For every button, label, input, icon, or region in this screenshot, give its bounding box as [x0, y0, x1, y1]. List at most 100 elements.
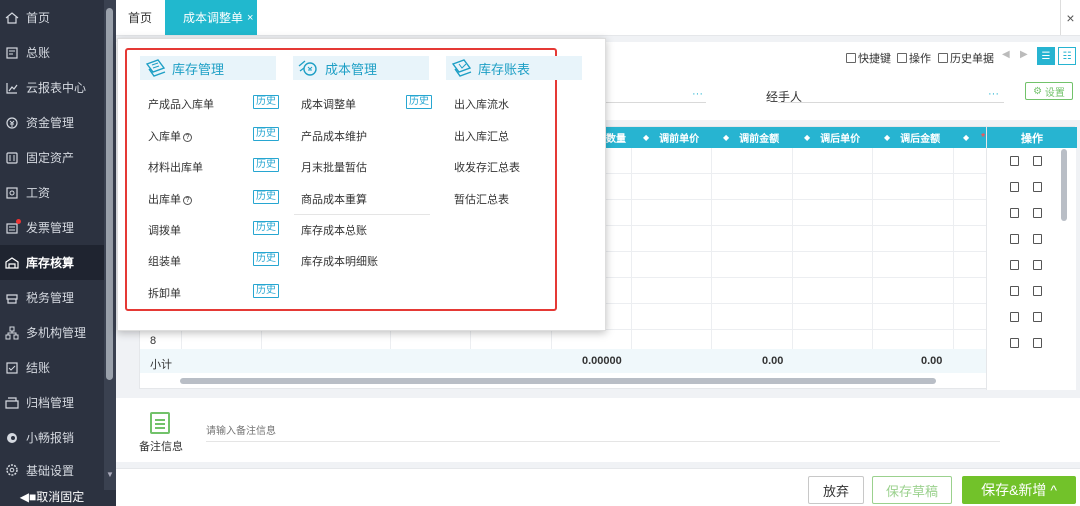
sidebar-item-multi-org[interactable]: 多机构管理 — [0, 315, 104, 350]
shortcut-button[interactable]: 快捷键 — [846, 50, 891, 66]
col-quantity[interactable]: 数量 — [606, 127, 626, 148]
menu-item-transfer[interactable]: 调拨单 — [148, 222, 181, 238]
operation-button[interactable]: 操作 — [897, 50, 931, 66]
sidebar-item-expense[interactable]: 小畅报销 — [0, 420, 104, 455]
list-view-button[interactable]: ☰ — [1037, 47, 1055, 65]
history-badge[interactable]: 历史 — [253, 95, 279, 109]
copy-icon[interactable] — [1033, 182, 1042, 192]
menu-item-cost-general-ledger[interactable]: 库存成本总账 — [301, 222, 367, 238]
window-close-icon[interactable]: × — [1060, 0, 1080, 35]
next-arrow-icon[interactable]: ▶ — [1020, 49, 1028, 60]
menu-item-assembly[interactable]: 组装单 — [148, 253, 181, 269]
group-title: 库存账表 — [478, 61, 531, 77]
delete-icon[interactable] — [1010, 260, 1019, 270]
menu-item-estimate-summary[interactable]: 暂估汇总表 — [454, 191, 509, 207]
sidebar-item-tax[interactable]: 税务管理 — [0, 280, 104, 315]
sidebar-item-fixed-asset[interactable]: 固定资产 — [0, 140, 104, 175]
sidebar-item-home[interactable]: 首页 — [0, 0, 104, 35]
copy-icon[interactable] — [1033, 260, 1042, 270]
menu-item-cost-recalc[interactable]: 商品成本重算 — [301, 191, 367, 207]
menu-item-cost-adjustment[interactable]: 成本调整单 — [301, 96, 356, 112]
prev-arrow-icon[interactable]: ◀ — [1002, 49, 1010, 60]
sidebar-item-fund[interactable]: 资金管理 — [0, 105, 104, 140]
sidebar-item-archive[interactable]: 归档管理 — [0, 385, 104, 420]
menu-item-month-end-estimate[interactable]: 月末批量暂估 — [301, 159, 367, 175]
copy-icon[interactable] — [1033, 156, 1042, 166]
remark-input[interactable] — [206, 422, 1000, 442]
help-icon[interactable]: ? — [183, 132, 192, 142]
history-badge[interactable]: 历史 — [253, 221, 279, 235]
card-view-button[interactable]: ☷ — [1058, 47, 1076, 65]
history-badge[interactable]: 历史 — [253, 252, 279, 266]
menu-item-outbound[interactable]: 出库单? — [148, 191, 192, 207]
save-draft-button[interactable]: 保存草稿 — [872, 476, 952, 504]
field-picker-icon[interactable]: ··· — [692, 88, 703, 100]
delete-icon[interactable] — [1010, 208, 1019, 218]
settings-button[interactable]: ⚙ 设置 — [1025, 82, 1073, 100]
sidebar-item-label: 云报表中心 — [26, 81, 87, 95]
menu-item-stock-summary[interactable]: 收发存汇总表 — [454, 159, 520, 175]
save-and-new-button[interactable]: 保存&新增 ^ — [962, 476, 1076, 504]
help-icon[interactable]: ? — [183, 195, 192, 205]
sidebar-item-label: 税务管理 — [26, 291, 75, 305]
tab-home[interactable]: 首页 — [128, 0, 152, 35]
history-docs-button[interactable]: 历史单据 — [938, 50, 994, 66]
menu-item-inbound[interactable]: 入库单? — [148, 128, 192, 144]
tab-cost-adjustment[interactable]: 成本调整单 × — [165, 0, 257, 35]
col-pre-price[interactable]: ◆ 调前单价 — [643, 127, 699, 148]
col-post-price[interactable]: ◆ 调后单价 — [804, 127, 860, 148]
copy-icon[interactable] — [1033, 338, 1042, 348]
copy-icon[interactable] — [1033, 312, 1042, 322]
menu-item-cost-detail-ledger[interactable]: 库存成本明细账 — [301, 253, 378, 269]
tab-bar: 首页 成本调整单 × × — [116, 0, 1080, 36]
delete-icon[interactable] — [1010, 182, 1019, 192]
handler-picker-icon[interactable]: ··· — [988, 88, 999, 100]
delete-icon[interactable] — [1010, 234, 1019, 244]
history-badge[interactable]: 历史 — [406, 95, 432, 109]
col-required[interactable]: ◆ * — [963, 127, 985, 148]
sidebar-item-label: 库存核算 — [26, 256, 75, 270]
scroll-down-arrow-icon[interactable]: ▼ — [106, 470, 114, 479]
delete-icon[interactable] — [1010, 312, 1019, 322]
handler-field[interactable] — [778, 102, 1004, 103]
delete-icon[interactable] — [1010, 338, 1019, 348]
copy-icon[interactable] — [1033, 234, 1042, 244]
sidebar-item-salary[interactable]: 工资 — [0, 175, 104, 210]
sidebar: 首页 总账 云报表中心 资金管理 固定资产 工资 发票管理 库存核算 税务管理 … — [0, 0, 116, 506]
menu-item-disassembly[interactable]: 拆卸单 — [148, 285, 181, 301]
menu-item-io-flow[interactable]: 出入库流水 — [454, 96, 509, 112]
unpin-sidebar-button[interactable]: ◀■取消固定 — [0, 486, 104, 506]
history-badge[interactable]: 历史 — [253, 127, 279, 141]
close-account-icon — [5, 361, 19, 375]
copy-icon[interactable] — [1033, 286, 1042, 296]
menu-item-product-cost-maintenance[interactable]: 产品成本维护 — [301, 128, 367, 144]
close-tab-icon[interactable]: × — [247, 12, 253, 24]
history-badge[interactable]: 历史 — [253, 158, 279, 172]
sidebar-item-inventory[interactable]: 库存核算 — [0, 245, 104, 280]
table-vertical-scrollbar[interactable] — [1061, 149, 1067, 221]
table-horizontal-scrollbar[interactable] — [180, 378, 936, 384]
menu-item-finished-goods-inbound[interactable]: 产成品入库单 — [148, 96, 214, 112]
sidebar-item-report-center[interactable]: 云报表中心 — [0, 70, 104, 105]
sidebar-item-base-settings[interactable]: 基础设置 — [0, 455, 104, 485]
highlight-box — [125, 48, 557, 311]
sidebar-item-invoice[interactable]: 发票管理 — [0, 210, 104, 245]
sidebar-item-label: 小畅报销 — [26, 431, 75, 445]
delete-icon[interactable] — [1010, 156, 1019, 166]
menu-divider — [294, 214, 430, 215]
delete-icon[interactable] — [1010, 286, 1019, 296]
history-badge[interactable]: 历史 — [253, 284, 279, 298]
sidebar-item-ledger[interactable]: 总账 — [0, 35, 104, 70]
menu-item-material-outbound[interactable]: 材料出库单 — [148, 159, 203, 175]
sidebar-scrollbar-thumb[interactable] — [106, 8, 113, 380]
discard-button[interactable]: 放弃 — [808, 476, 864, 504]
col-pre-amount[interactable]: ◆ 调前金额 — [723, 127, 779, 148]
sort-icon: ◆ — [884, 133, 891, 142]
item-label: 入库单 — [148, 131, 181, 143]
keyboard-icon — [846, 53, 856, 63]
history-badge[interactable]: 历史 — [253, 190, 279, 204]
col-post-amount[interactable]: ◆ 调后金额 — [884, 127, 940, 148]
sidebar-item-close-account[interactable]: 结账 — [0, 350, 104, 385]
menu-item-io-summary[interactable]: 出入库汇总 — [454, 128, 509, 144]
copy-icon[interactable] — [1033, 208, 1042, 218]
